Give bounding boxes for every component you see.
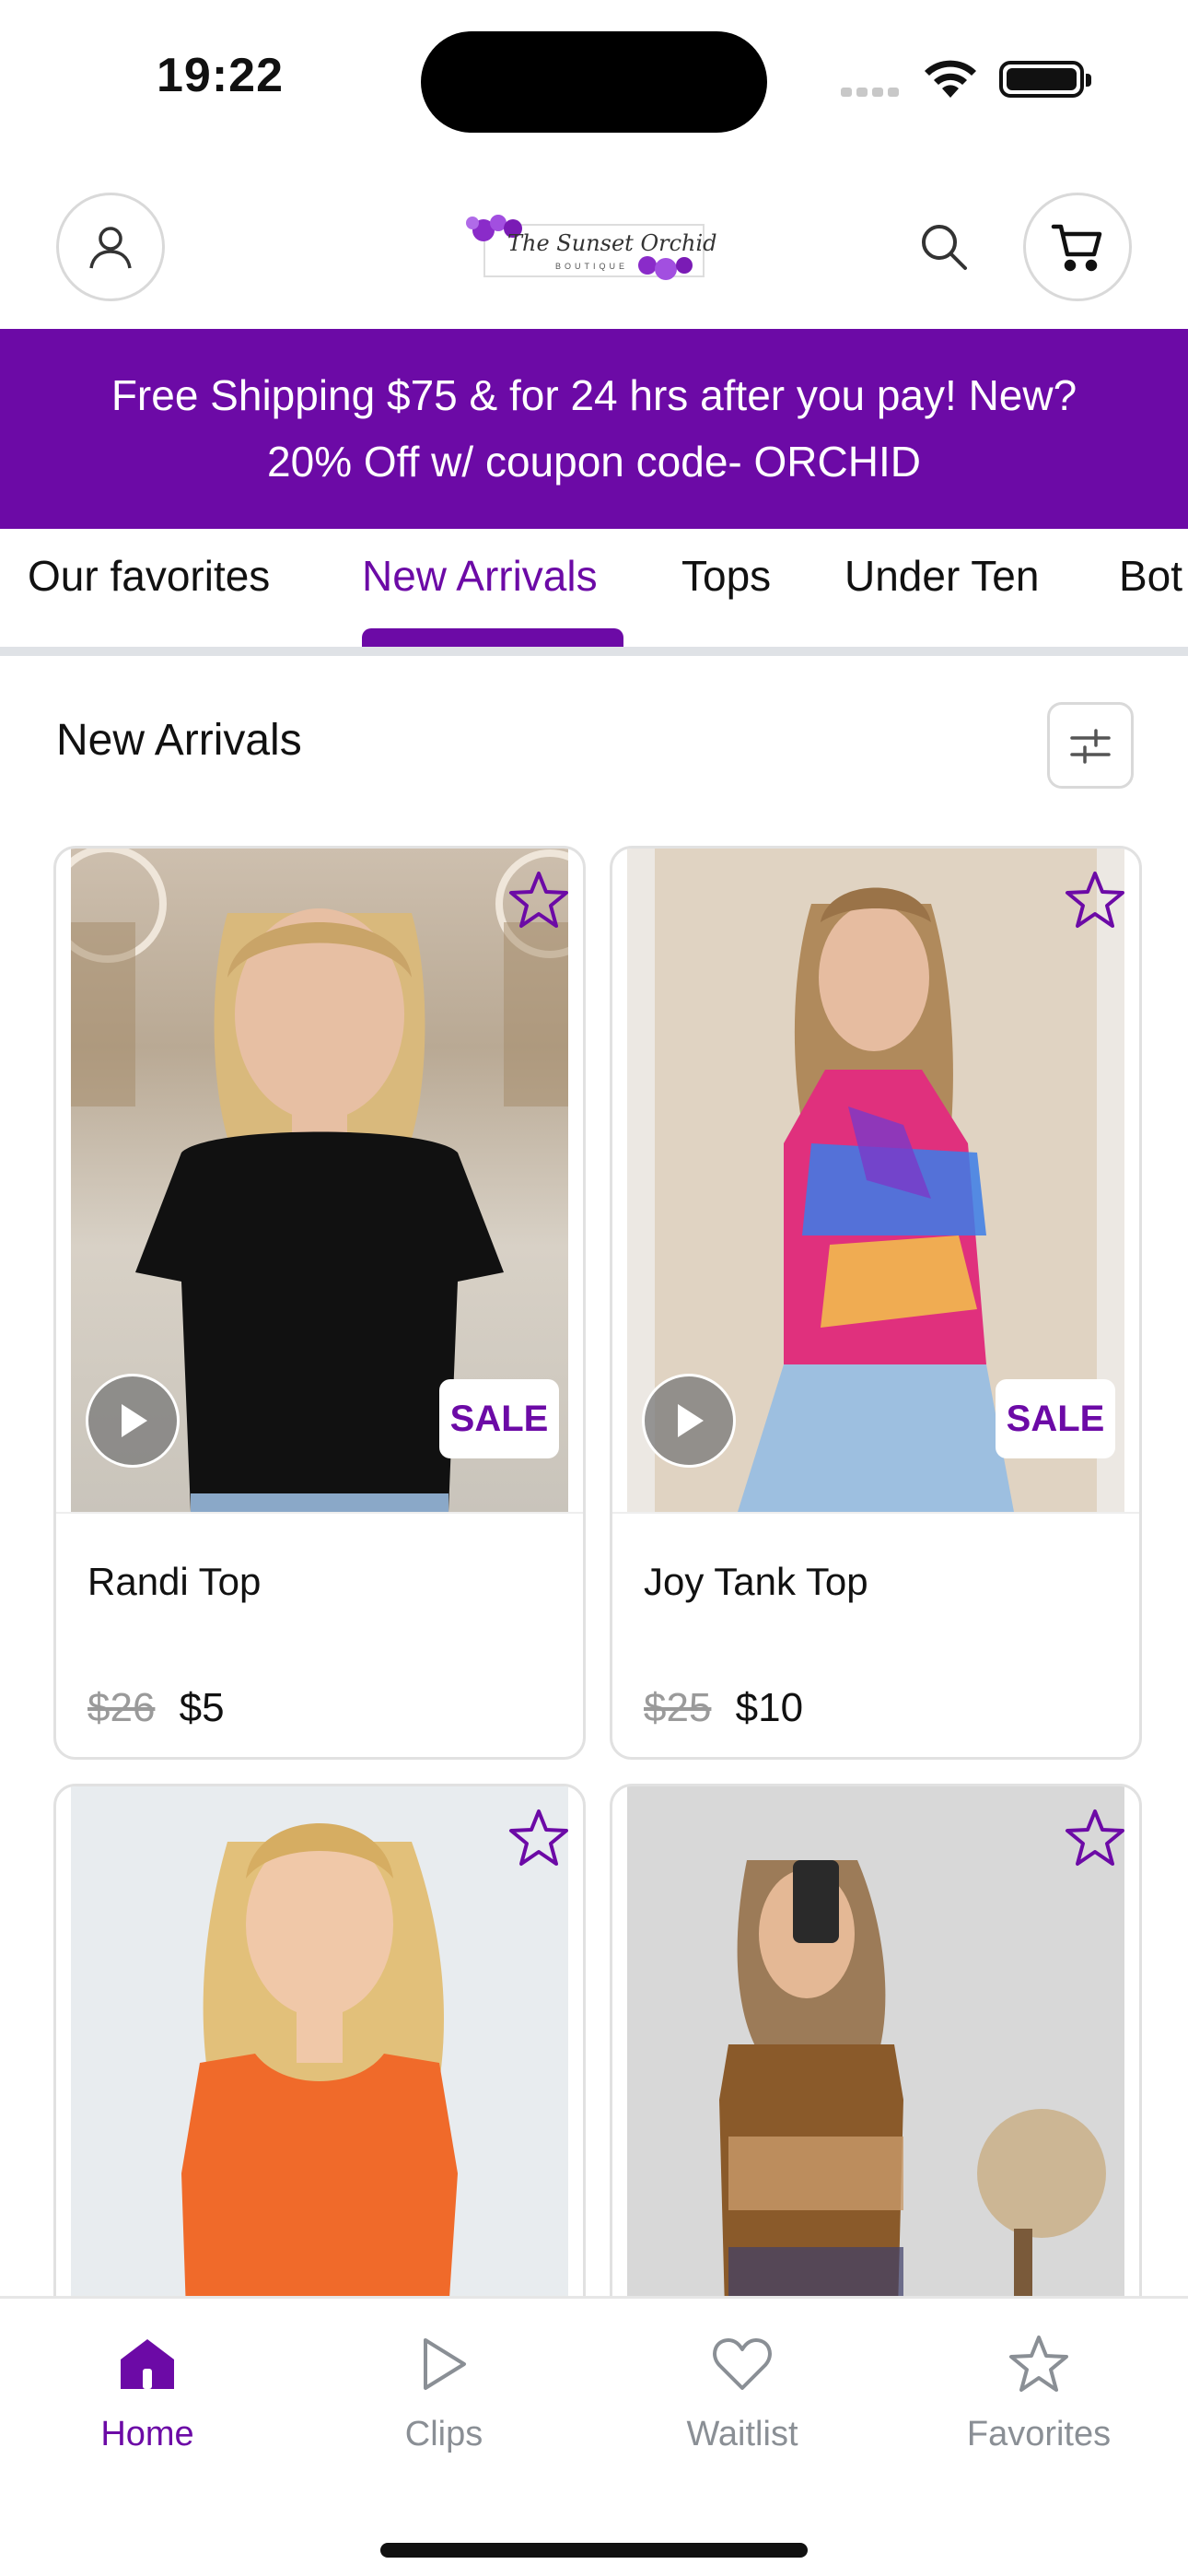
product-image[interactable] [627,1786,1124,2334]
product-card[interactable]: SALE Randi Top $26 $5 [53,846,586,1760]
product-prices: $26 $5 [87,1685,225,1731]
battery-icon [999,61,1091,98]
promo-line-2: 20% Off w/ coupon code- ORCHID [267,438,921,486]
star-outline-icon [509,872,568,928]
nav-waitlist-label: Waitlist [686,2415,798,2453]
cellular-signal-icon [841,85,903,101]
nav-waitlist[interactable]: Waitlist [632,2326,853,2454]
logo-subtext: BOUTIQUE [555,262,629,271]
filter-button[interactable] [1047,702,1134,789]
active-tab-indicator [362,628,623,647]
favorite-button[interactable] [1062,1805,1128,1871]
cart-icon [1051,224,1102,272]
play-icon [122,1404,147,1437]
product-card[interactable] [53,1784,586,2336]
sale-badge: SALE [996,1379,1115,1458]
star-outline-icon [1066,872,1124,928]
promo-banner[interactable]: Free Shipping $75 & for 24 hrs after you… [0,329,1188,529]
sale-price: $10 [735,1685,804,1730]
star-outline-icon [1066,1809,1124,1866]
wifi-icon [922,57,979,104]
product-card[interactable]: SALE Joy Tank Top $25 $10 [610,846,1142,1760]
favorite-button[interactable] [506,1805,572,1871]
play-video-button[interactable] [642,1374,736,1468]
play-video-button[interactable] [86,1374,180,1468]
orchid-flower-icon [638,256,693,280]
user-icon [89,227,132,269]
dynamic-island [421,31,767,133]
search-icon [922,225,967,270]
product-image[interactable]: SALE [627,849,1124,1512]
app-header: The Sunset Orchid BOUTIQUE [0,184,1188,332]
star-icon [928,2326,1149,2402]
section-title: New Arrivals [56,716,302,765]
cart-button[interactable] [1023,193,1132,301]
product-card[interactable] [610,1784,1142,2336]
product-image[interactable] [71,1786,568,2334]
play-icon [333,2326,554,2402]
original-price: $25 [644,1685,712,1730]
nav-favorites-label: Favorites [966,2415,1112,2453]
heart-icon [632,2326,853,2402]
sliders-icon [1070,729,1111,764]
product-image[interactable]: SALE [71,849,568,1512]
home-indicator[interactable] [380,2543,808,2558]
category-tabs: Our favorites New Arrivals Tops Under Te… [0,529,1188,656]
status-bar: 19:22 [0,0,1188,157]
promo-line-1: Free Shipping $75 & for 24 hrs after you… [111,371,1077,419]
product-name: Joy Tank Top [644,1560,868,1603]
tab-bottoms[interactable]: Bot [1119,551,1182,601]
nav-home-label: Home [100,2415,194,2453]
sale-badge: SALE [439,1379,559,1458]
home-icon [37,2326,258,2402]
product-name: Randi Top [87,1560,262,1603]
nav-clips[interactable]: Clips [333,2326,554,2454]
original-price: $26 [87,1685,156,1730]
search-button[interactable] [916,219,972,275]
tab-tops[interactable]: Tops [681,551,771,601]
card-divider [612,1512,1139,1514]
favorite-button[interactable] [506,867,572,933]
favorite-button[interactable] [1062,867,1128,933]
tab-under-ten[interactable]: Under Ten [844,551,1039,601]
sale-price: $5 [179,1685,225,1730]
store-logo[interactable]: The Sunset Orchid BOUTIQUE [465,210,717,284]
product-prices: $25 $10 [644,1685,803,1731]
card-divider [56,1512,583,1514]
bottom-tab-bar: Home Clips Waitlist Favorites [0,2296,1188,2576]
nav-favorites[interactable]: Favorites [928,2326,1149,2454]
profile-button[interactable] [56,193,165,301]
nav-clips-label: Clips [404,2415,483,2453]
status-time: 19:22 [157,49,284,102]
star-outline-icon [509,1809,568,1866]
nav-home[interactable]: Home [37,2326,258,2454]
tab-new-arrivals[interactable]: New Arrivals [362,551,598,601]
tab-our-favorites[interactable]: Our favorites [28,551,270,601]
play-icon [678,1404,704,1437]
